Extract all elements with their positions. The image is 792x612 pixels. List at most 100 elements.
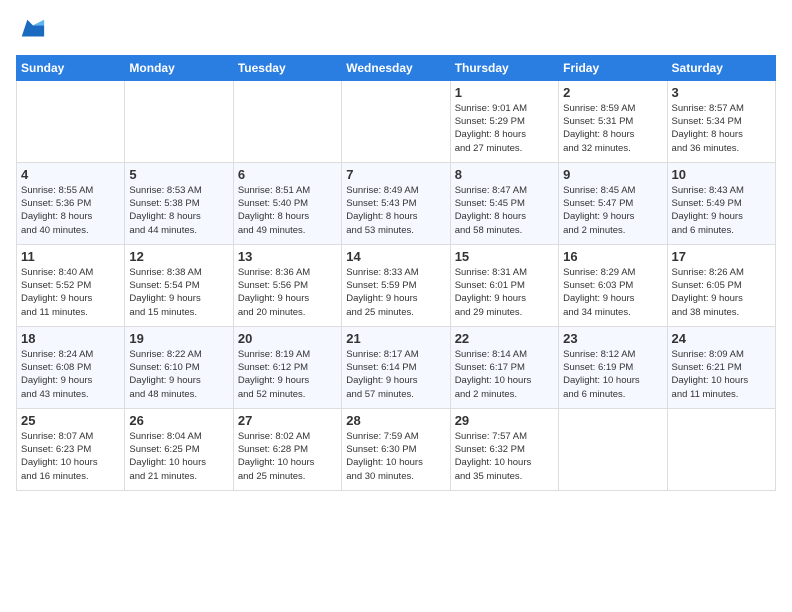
weekday-header-saturday: Saturday <box>667 55 775 80</box>
header <box>16 16 776 45</box>
day-number: 13 <box>238 249 337 264</box>
day-cell: 12 Sunrise: 8:38 AMSunset: 5:54 PMDayligh… <box>125 244 233 326</box>
day-cell: 28 Sunrise: 7:59 AMSunset: 6:30 PMDayligh… <box>342 408 450 490</box>
day-detail: Sunrise: 9:01 AMSunset: 5:29 PMDaylight:… <box>455 102 554 155</box>
day-number: 24 <box>672 331 771 346</box>
day-cell: 19 Sunrise: 8:22 AMSunset: 6:10 PMDayligh… <box>125 326 233 408</box>
day-cell: 9 Sunrise: 8:45 AMSunset: 5:47 PMDaylight… <box>559 162 667 244</box>
day-cell: 3Sunrise: 8:57 AMSunset: 5:34 PMDaylight… <box>667 80 775 162</box>
day-number: 29 <box>455 413 554 428</box>
day-number: 5 <box>129 167 228 182</box>
weekday-header-tuesday: Tuesday <box>233 55 341 80</box>
day-number: 25 <box>21 413 120 428</box>
week-row-5: 25 Sunrise: 8:07 AMSunset: 6:23 PMDayligh… <box>17 408 776 490</box>
day-detail: Sunrise: 8:24 AMSunset: 6:08 PMDaylight:… <box>21 348 120 401</box>
day-detail: Sunrise: 8:02 AMSunset: 6:28 PMDaylight:… <box>238 430 337 483</box>
day-detail: Sunrise: 8:51 AMSunset: 5:40 PMDaylight:… <box>238 184 337 237</box>
day-detail: Sunrise: 8:29 AMSunset: 6:03 PMDaylight:… <box>563 266 662 319</box>
day-number: 19 <box>129 331 228 346</box>
day-cell: 1Sunrise: 9:01 AMSunset: 5:29 PMDaylight… <box>450 80 558 162</box>
day-number: 14 <box>346 249 445 264</box>
weekday-header-row: SundayMondayTuesdayWednesdayThursdayFrid… <box>17 55 776 80</box>
day-detail: Sunrise: 8:36 AMSunset: 5:56 PMDaylight:… <box>238 266 337 319</box>
day-cell <box>17 80 125 162</box>
day-cell: 20 Sunrise: 8:19 AMSunset: 6:12 PMDayligh… <box>233 326 341 408</box>
day-cell: 17Sunrise: 8:26 AMSunset: 6:05 PMDayligh… <box>667 244 775 326</box>
day-number: 26 <box>129 413 228 428</box>
day-number: 17 <box>672 249 771 264</box>
day-number: 27 <box>238 413 337 428</box>
day-cell: 25 Sunrise: 8:07 AMSunset: 6:23 PMDayligh… <box>17 408 125 490</box>
day-cell <box>233 80 341 162</box>
day-detail: Sunrise: 8:59 AMSunset: 5:31 PMDaylight:… <box>563 102 662 155</box>
day-cell: 7 Sunrise: 8:49 AMSunset: 5:43 PMDaylight… <box>342 162 450 244</box>
day-detail: Sunrise: 7:59 AMSunset: 6:30 PMDaylight:… <box>346 430 445 483</box>
day-cell: 6 Sunrise: 8:51 AMSunset: 5:40 PMDaylight… <box>233 162 341 244</box>
day-number: 3 <box>672 85 771 100</box>
weekday-header-friday: Friday <box>559 55 667 80</box>
day-cell: 15 Sunrise: 8:31 AMSunset: 6:01 PMDayligh… <box>450 244 558 326</box>
day-number: 15 <box>455 249 554 264</box>
day-cell: 16 Sunrise: 8:29 AMSunset: 6:03 PMDayligh… <box>559 244 667 326</box>
day-detail: Sunrise: 8:14 AMSunset: 6:17 PMDaylight:… <box>455 348 554 401</box>
day-cell: 24Sunrise: 8:09 AMSunset: 6:21 PMDayligh… <box>667 326 775 408</box>
day-cell: 23 Sunrise: 8:12 AMSunset: 6:19 PMDayligh… <box>559 326 667 408</box>
day-number: 18 <box>21 331 120 346</box>
day-cell: 5 Sunrise: 8:53 AMSunset: 5:38 PMDaylight… <box>125 162 233 244</box>
day-number: 4 <box>21 167 120 182</box>
day-cell: 21 Sunrise: 8:17 AMSunset: 6:14 PMDayligh… <box>342 326 450 408</box>
day-detail: Sunrise: 8:47 AMSunset: 5:45 PMDaylight:… <box>455 184 554 237</box>
day-number: 8 <box>455 167 554 182</box>
day-cell: 22 Sunrise: 8:14 AMSunset: 6:17 PMDayligh… <box>450 326 558 408</box>
day-detail: Sunrise: 8:40 AMSunset: 5:52 PMDaylight:… <box>21 266 120 319</box>
day-detail: Sunrise: 8:55 AMSunset: 5:36 PMDaylight:… <box>21 184 120 237</box>
week-row-1: 1Sunrise: 9:01 AMSunset: 5:29 PMDaylight… <box>17 80 776 162</box>
day-cell <box>125 80 233 162</box>
weekday-header-sunday: Sunday <box>17 55 125 80</box>
day-cell: 2 Sunrise: 8:59 AMSunset: 5:31 PMDaylight… <box>559 80 667 162</box>
day-cell <box>342 80 450 162</box>
day-number: 10 <box>672 167 771 182</box>
day-cell: 13 Sunrise: 8:36 AMSunset: 5:56 PMDayligh… <box>233 244 341 326</box>
weekday-header-thursday: Thursday <box>450 55 558 80</box>
day-detail: Sunrise: 8:22 AMSunset: 6:10 PMDaylight:… <box>129 348 228 401</box>
day-number: 21 <box>346 331 445 346</box>
day-number: 12 <box>129 249 228 264</box>
logo-icon <box>18 16 46 44</box>
day-cell <box>667 408 775 490</box>
weekday-header-wednesday: Wednesday <box>342 55 450 80</box>
day-detail: Sunrise: 8:49 AMSunset: 5:43 PMDaylight:… <box>346 184 445 237</box>
day-number: 9 <box>563 167 662 182</box>
day-number: 22 <box>455 331 554 346</box>
weekday-header-monday: Monday <box>125 55 233 80</box>
day-number: 23 <box>563 331 662 346</box>
day-number: 6 <box>238 167 337 182</box>
day-cell: 10 Sunrise: 8:43 AMSunset: 5:49 PMDayligh… <box>667 162 775 244</box>
day-number: 7 <box>346 167 445 182</box>
week-row-2: 4 Sunrise: 8:55 AMSunset: 5:36 PMDaylight… <box>17 162 776 244</box>
day-detail: Sunrise: 8:43 AMSunset: 5:49 PMDaylight:… <box>672 184 771 237</box>
calendar-table: SundayMondayTuesdayWednesdayThursdayFrid… <box>16 55 776 491</box>
day-number: 11 <box>21 249 120 264</box>
day-detail: Sunrise: 8:17 AMSunset: 6:14 PMDaylight:… <box>346 348 445 401</box>
day-detail: Sunrise: 7:57 AMSunset: 6:32 PMDaylight:… <box>455 430 554 483</box>
page-container: SundayMondayTuesdayWednesdayThursdayFrid… <box>0 0 792 499</box>
day-number: 20 <box>238 331 337 346</box>
day-detail: Sunrise: 8:07 AMSunset: 6:23 PMDaylight:… <box>21 430 120 483</box>
day-cell: 27 Sunrise: 8:02 AMSunset: 6:28 PMDayligh… <box>233 408 341 490</box>
day-number: 28 <box>346 413 445 428</box>
day-detail: Sunrise: 8:53 AMSunset: 5:38 PMDaylight:… <box>129 184 228 237</box>
day-cell: 11 Sunrise: 8:40 AMSunset: 5:52 PMDayligh… <box>17 244 125 326</box>
day-detail: Sunrise: 8:19 AMSunset: 6:12 PMDaylight:… <box>238 348 337 401</box>
day-detail: Sunrise: 8:38 AMSunset: 5:54 PMDaylight:… <box>129 266 228 319</box>
day-detail: Sunrise: 8:04 AMSunset: 6:25 PMDaylight:… <box>129 430 228 483</box>
day-cell: 29 Sunrise: 7:57 AMSunset: 6:32 PMDayligh… <box>450 408 558 490</box>
day-detail: Sunrise: 8:45 AMSunset: 5:47 PMDaylight:… <box>563 184 662 237</box>
day-detail: Sunrise: 8:31 AMSunset: 6:01 PMDaylight:… <box>455 266 554 319</box>
day-number: 2 <box>563 85 662 100</box>
day-cell: 18 Sunrise: 8:24 AMSunset: 6:08 PMDayligh… <box>17 326 125 408</box>
day-detail: Sunrise: 8:12 AMSunset: 6:19 PMDaylight:… <box>563 348 662 401</box>
day-detail: Sunrise: 8:33 AMSunset: 5:59 PMDaylight:… <box>346 266 445 319</box>
day-number: 16 <box>563 249 662 264</box>
logo <box>16 16 46 45</box>
